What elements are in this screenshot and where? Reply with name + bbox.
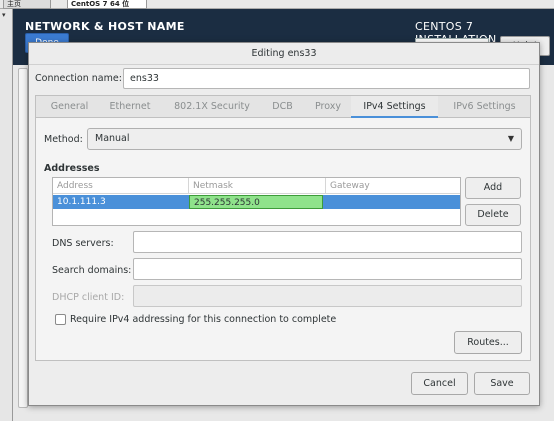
method-label: Method:: [44, 134, 83, 145]
host-tab-home[interactable]: 主页: [3, 0, 51, 9]
settings-notebook: General Ethernet 802.1X Security DCB Pro…: [35, 95, 531, 361]
table-row[interactable]: 10.1.111.3 255.255.255.0: [53, 195, 460, 209]
tab-8021x-security[interactable]: 802.1X Security: [166, 96, 258, 118]
tab-ethernet[interactable]: Ethernet: [102, 96, 158, 118]
tab-ipv4-settings[interactable]: IPv4 Settings: [351, 96, 438, 118]
spoke-title: NETWORK & HOST NAME: [25, 20, 185, 33]
connection-name-input[interactable]: ens33: [123, 68, 530, 89]
dns-servers-input[interactable]: [133, 231, 522, 253]
tab-ipv6-settings[interactable]: IPv6 Settings: [441, 96, 528, 118]
require-ipv4-label[interactable]: Require IPv4 addressing for this connect…: [70, 314, 336, 325]
host-tab-vm[interactable]: CentOS 7 64 位: [67, 0, 147, 9]
device-list-panel: [18, 68, 28, 408]
tab-general[interactable]: General: [38, 96, 101, 118]
dialog-title: Editing ens33: [29, 43, 539, 65]
edit-connection-dialog: Editing ens33 Connection name: ens33 Gen…: [28, 42, 540, 406]
require-ipv4-checkbox[interactable]: [55, 314, 66, 325]
tab-proxy[interactable]: Proxy: [306, 96, 350, 118]
tab-dcb[interactable]: DCB: [264, 96, 301, 118]
column-header-netmask[interactable]: Netmask: [189, 178, 326, 194]
connection-name-label: Connection name:: [35, 73, 122, 84]
dhcp-client-id-input: [133, 285, 522, 307]
routes-button[interactable]: Routes...: [454, 331, 522, 354]
dhcp-client-id-label: DHCP client ID:: [52, 292, 125, 303]
host-tab-bar: 主页 CentOS 7 64 位: [0, 0, 554, 9]
search-domains-label: Search domains:: [52, 265, 132, 276]
column-header-address[interactable]: Address: [53, 178, 189, 194]
dropdown-arrow-icon: ▼: [507, 134, 514, 143]
host-side-strip: ▾: [0, 9, 13, 421]
method-value: Manual: [95, 133, 130, 144]
cell-address[interactable]: 10.1.111.3: [53, 195, 189, 209]
method-select[interactable]: Manual ▼: [87, 128, 522, 150]
settings-tab-bar: General Ethernet 802.1X Security DCB Pro…: [36, 96, 530, 118]
delete-address-button[interactable]: Delete: [465, 204, 521, 226]
add-address-button[interactable]: Add: [465, 177, 521, 199]
search-domains-input[interactable]: [133, 258, 522, 280]
cancel-button[interactable]: Cancel: [411, 372, 468, 395]
cell-gateway[interactable]: [326, 195, 460, 209]
save-button[interactable]: Save: [474, 372, 530, 395]
cell-netmask-editing[interactable]: 255.255.255.0: [189, 195, 323, 209]
addresses-heading: Addresses: [44, 163, 100, 174]
chevron-down-icon[interactable]: ▾: [2, 11, 10, 20]
addresses-table: Address Netmask Gateway 10.1.111.3 255.2…: [52, 177, 461, 226]
column-header-gateway[interactable]: Gateway: [326, 178, 460, 194]
dns-servers-label: DNS servers:: [52, 238, 114, 249]
